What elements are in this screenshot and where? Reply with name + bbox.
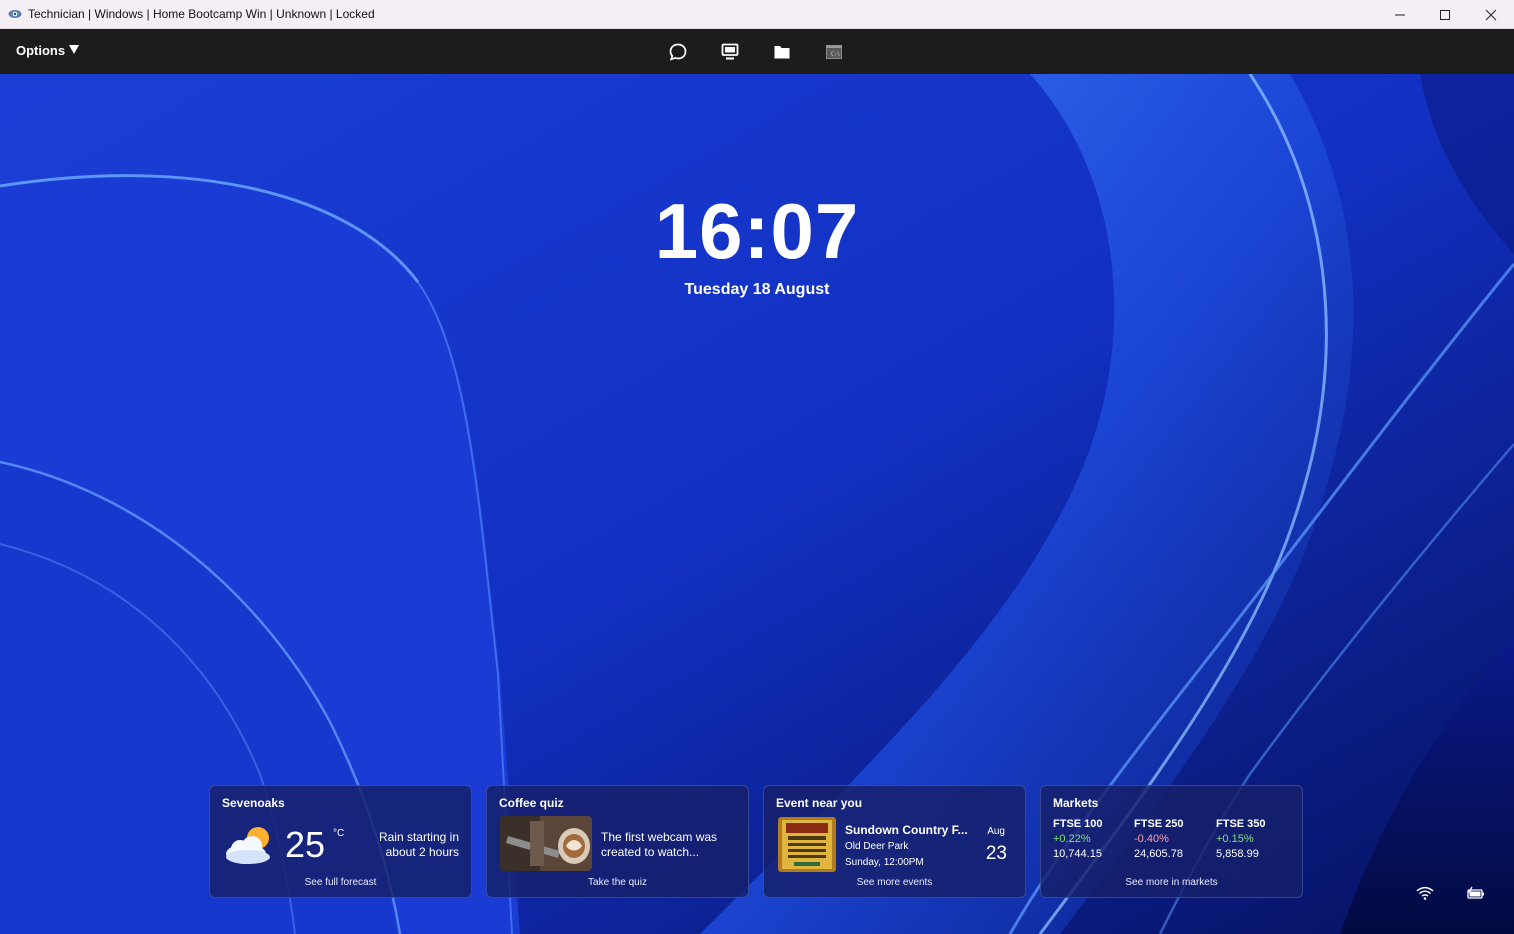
market-name: FTSE 350 (1216, 818, 1266, 830)
battery-button[interactable] (1465, 882, 1487, 904)
weather-temperature: 25 (285, 824, 326, 865)
market-value: 24,605.78 (1134, 848, 1183, 860)
options-menu[interactable]: Options (16, 43, 80, 58)
terminal-icon: C:\ (826, 45, 842, 59)
markets-footer-link[interactable]: See more in markets (1041, 877, 1302, 888)
lock-screen[interactable]: 16:07 Tuesday 18 August Sevenoaks 25 °C … (0, 74, 1514, 934)
close-icon (1485, 9, 1497, 20)
market-item: FTSE 250 -0.40% 24,605.78 (1134, 817, 1184, 862)
market-item: FTSE 100 +0.22% 10,744.15 (1053, 817, 1103, 862)
terminal-button[interactable]: C:\ (822, 40, 846, 64)
weather-summary-line1: Rain starting in (378, 830, 459, 844)
weather-footer-link[interactable]: See full forecast (210, 877, 471, 888)
event-widget[interactable]: Event near you Sundown Country F... Old … (763, 785, 1026, 898)
close-button[interactable] (1468, 0, 1514, 29)
market-name: FTSE 100 (1053, 818, 1103, 830)
chat-button[interactable] (666, 40, 690, 64)
quiz-widget[interactable]: Coffee quiz The first webcam was created… (486, 785, 749, 898)
weather-location: Sevenoaks (222, 796, 285, 810)
market-value: 5,858.99 (1216, 848, 1259, 860)
options-label: Options (16, 43, 66, 58)
battery-charging-icon (1467, 886, 1484, 899)
lock-clock: 16:07 (654, 187, 860, 275)
chat-icon (669, 43, 687, 61)
event-time: Sunday, 12:00PM (845, 857, 924, 868)
quiz-footer-link[interactable]: Take the quiz (487, 877, 748, 888)
market-value: 10,744.15 (1053, 848, 1102, 860)
quiz-question-line2: created to watch... (601, 845, 700, 859)
markets-widget[interactable]: Markets FTSE 100 +0.22% 10,744.15 FTSE 2… (1040, 785, 1303, 898)
weather-unit: °C (333, 828, 345, 839)
market-change: -0.40% (1134, 833, 1169, 845)
svg-text:C:\: C:\ (831, 52, 840, 58)
eye-icon (8, 10, 22, 18)
network-button[interactable] (1414, 882, 1436, 904)
market-name: FTSE 250 (1134, 818, 1184, 830)
quiz-question: The first webcam was created to watch... (601, 830, 741, 860)
event-place: Old Deer Park (845, 841, 909, 852)
screen-button[interactable] (718, 40, 742, 64)
minimize-icon (1395, 14, 1405, 15)
minimize-button[interactable] (1377, 0, 1423, 29)
folder-icon (774, 46, 790, 59)
weather-summary: Rain starting in about 2 hours (349, 830, 459, 860)
quiz-question-line1: The first webcam was (601, 830, 718, 844)
session-toolbar: Options C:\ (0, 29, 1514, 74)
event-name: Sundown Country F... (845, 823, 968, 837)
weather-summary-line2: about 2 hours (385, 845, 459, 859)
market-item: FTSE 350 +0.15% 5,858.99 (1216, 817, 1266, 862)
event-footer-link[interactable]: See more events (764, 877, 1025, 888)
files-button[interactable] (770, 40, 794, 64)
market-change: +0.15% (1216, 833, 1254, 845)
wifi-icon (1416, 886, 1434, 900)
coffee-image (500, 816, 592, 871)
maximize-icon (1440, 9, 1450, 20)
market-change: +0.22% (1053, 833, 1091, 845)
quiz-title: Coffee quiz (499, 796, 564, 810)
caret-down-icon (69, 45, 80, 54)
event-title: Event near you (776, 796, 863, 810)
partly-cloudy-icon (226, 827, 270, 864)
markets-title: Markets (1053, 796, 1099, 810)
weather-widget[interactable]: Sevenoaks 25 °C Rain starting in about 2… (209, 785, 472, 898)
lock-date: Tuesday 18 August (684, 281, 830, 298)
event-month: Aug (987, 826, 1005, 837)
window-titlebar: Technician | Windows | Home Bootcamp Win… (0, 0, 1514, 29)
maximize-button[interactable] (1422, 0, 1468, 29)
event-day: 23 (985, 843, 1007, 864)
window-title: Technician | Windows | Home Bootcamp Win… (28, 7, 375, 21)
event-poster (778, 817, 836, 872)
monitor-icon (721, 43, 739, 60)
